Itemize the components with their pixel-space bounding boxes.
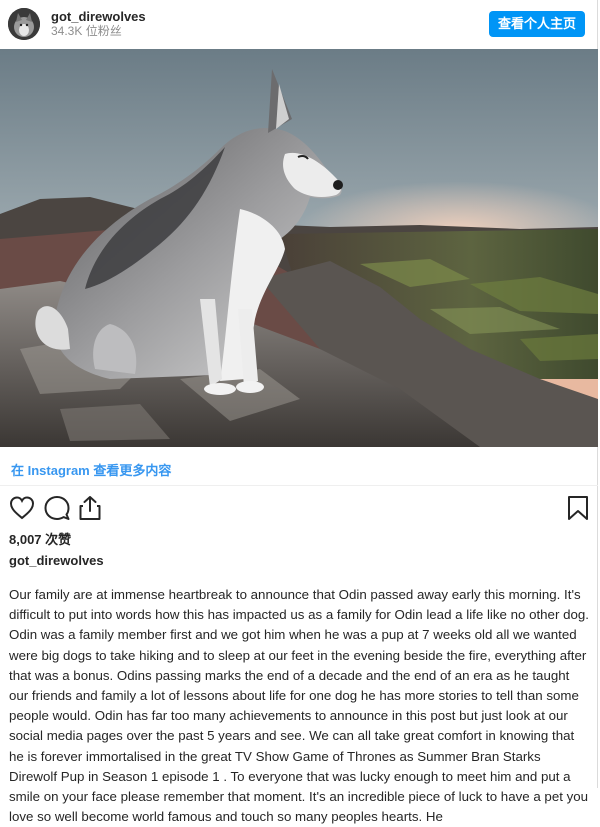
- instagram-embed-card: got_direwolves 34.3K 位粉丝 查看个人主页 在 Instag…: [0, 0, 598, 824]
- username[interactable]: got_direwolves: [51, 9, 146, 24]
- post-image[interactable]: [0, 49, 598, 447]
- view-more-on-instagram-link[interactable]: 在 Instagram 查看更多内容: [11, 460, 171, 479]
- poster-username[interactable]: got_direwolves: [9, 553, 104, 568]
- heart-icon[interactable]: [8, 494, 36, 522]
- divider: [0, 485, 598, 486]
- action-bar: [8, 494, 590, 524]
- view-profile-button[interactable]: 查看个人主页: [488, 11, 585, 37]
- avatar[interactable]: [8, 8, 40, 40]
- follower-count: 34.3K 位粉丝: [51, 24, 122, 38]
- like-count[interactable]: 8,007 次赞: [9, 529, 71, 548]
- account-info: got_direwolves 34.3K 位粉丝: [51, 9, 146, 39]
- post-header: got_direwolves 34.3K 位粉丝 查看个人主页: [0, 0, 597, 48]
- post-caption: Our family are at immense heartbreak to …: [9, 587, 589, 825]
- comment-icon[interactable]: [43, 494, 71, 522]
- share-icon[interactable]: [76, 494, 104, 522]
- bookmark-icon[interactable]: [564, 494, 592, 522]
